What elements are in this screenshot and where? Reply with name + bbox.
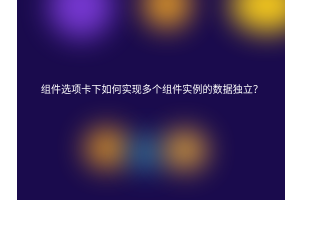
article-cover[interactable]: 组件选项卡下如何实现多个组件实例的数据独立？: [17, 0, 285, 200]
orange-glow-decoration: [143, 0, 191, 28]
screenshot: 组件选项卡下如何实现多个组件实例的数据独立？: [0, 0, 300, 200]
blue-glow-decoration: [129, 136, 163, 170]
article-title: 组件选项卡下如何实现多个组件实例的数据独立？: [40, 85, 264, 96]
orange-glow-decoration-bottom-left: [85, 128, 129, 168]
orange-glow-decoration-bottom-right: [163, 130, 207, 170]
purple-glow-decoration: [49, 0, 113, 38]
yellow-glow-decoration: [231, 0, 285, 32]
